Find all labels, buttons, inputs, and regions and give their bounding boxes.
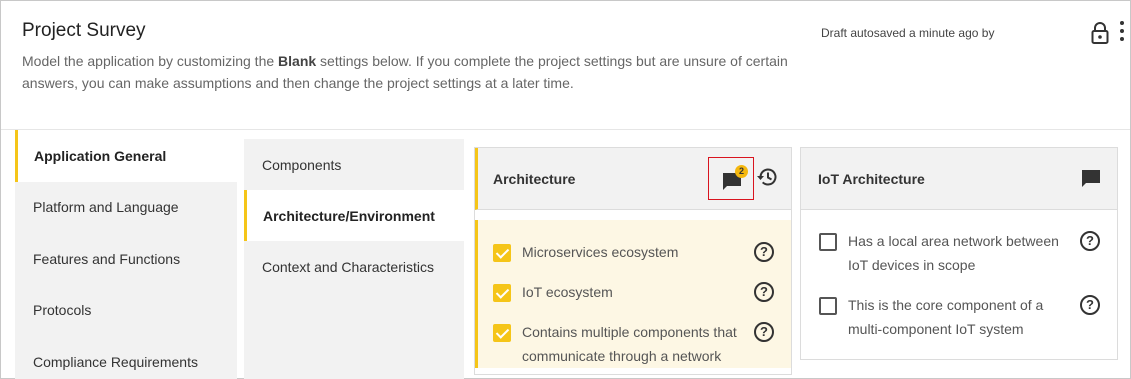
architecture-card-header: Architecture 2	[475, 148, 791, 210]
subnav-item-label: Context and Characteristics	[262, 258, 434, 275]
architecture-card: Architecture 2 Microservices ecosystem ?…	[474, 147, 792, 375]
nav-item-label: Platform and Language	[33, 199, 179, 216]
checkbox-checked[interactable]	[493, 244, 511, 262]
subnav-item-label: Architecture/Environment	[263, 207, 435, 224]
subnav-item-context-and-characteristics[interactable]: Context and Characteristics	[244, 241, 464, 292]
iot-architecture-card-header: IoT Architecture	[801, 148, 1117, 210]
option-row[interactable]: This is the core component of a multi-co…	[819, 296, 1070, 341]
secondary-section-nav: Components Architecture/Environment Cont…	[244, 139, 464, 379]
architecture-options: Microservices ecosystem ? IoT ecosystem …	[475, 220, 791, 368]
option-label: Has a local area network between IoT dev…	[848, 233, 1059, 273]
page-title: Project Survey	[22, 20, 146, 41]
nav-item-protocols[interactable]: Protocols	[15, 285, 237, 337]
card-title: IoT Architecture	[818, 170, 925, 187]
comment-count-badge: 2	[735, 165, 748, 178]
nav-item-label: Compliance Requirements	[33, 353, 198, 370]
option-label: IoT ecosystem	[522, 284, 613, 300]
kebab-menu-icon[interactable]	[1118, 21, 1126, 45]
comment-button-highlight[interactable]: 2	[708, 157, 754, 200]
help-icon[interactable]: ?	[754, 242, 774, 262]
subnav-item-architecture-environment[interactable]: Architecture/Environment	[244, 190, 464, 241]
subnav-item-label: Components	[262, 156, 342, 173]
help-icon[interactable]: ?	[754, 322, 774, 342]
option-row[interactable]: Contains multiple components that commun…	[493, 323, 750, 368]
comment-icon[interactable]	[1081, 169, 1101, 188]
option-label: Microservices ecosystem	[522, 244, 679, 260]
checkbox-unchecked[interactable]	[819, 297, 837, 315]
history-icon[interactable]	[756, 166, 778, 188]
option-label: Contains multiple components that commun…	[522, 324, 737, 364]
nav-item-label: Protocols	[33, 302, 92, 319]
checkbox-checked[interactable]	[493, 284, 511, 302]
nav-item-label: Features and Functions	[33, 250, 181, 267]
nav-item-features-and-functions[interactable]: Features and Functions	[15, 233, 237, 285]
nav-item-application-general[interactable]: Application General	[15, 130, 237, 182]
option-label: This is the core component of a multi-co…	[848, 297, 1044, 337]
page-header: Project Survey Model the application by …	[1, 1, 1130, 129]
checkbox-unchecked[interactable]	[819, 233, 837, 251]
checkbox-checked[interactable]	[493, 324, 511, 342]
description-template-name: Blank	[278, 53, 317, 69]
option-row[interactable]: Microservices ecosystem	[493, 243, 737, 264]
help-icon[interactable]: ?	[1080, 231, 1100, 251]
description-text-start: Model the application by customizing the	[22, 53, 279, 69]
nav-item-compliance-requirements[interactable]: Compliance Requirements	[15, 336, 237, 379]
subnav-item-components[interactable]: Components	[244, 139, 464, 190]
primary-section-nav: Application General Platform and Languag…	[15, 130, 237, 379]
iot-architecture-options: Has a local area network between IoT dev…	[801, 210, 1117, 360]
lock-icon[interactable]	[1090, 22, 1110, 44]
help-icon[interactable]: ?	[1080, 295, 1100, 315]
option-row[interactable]: IoT ecosystem	[493, 283, 737, 304]
option-row[interactable]: Has a local area network between IoT dev…	[819, 232, 1070, 277]
page-description: Model the application by customizing the…	[22, 50, 812, 94]
help-icon[interactable]: ?	[754, 282, 774, 302]
card-title: Architecture	[493, 170, 576, 187]
nav-item-label: Application General	[34, 147, 167, 164]
nav-item-platform-and-language[interactable]: Platform and Language	[15, 182, 237, 234]
autosave-status: Draft autosaved a minute ago by	[821, 26, 995, 40]
iot-architecture-card: IoT Architecture Has a local area networ…	[800, 147, 1118, 360]
